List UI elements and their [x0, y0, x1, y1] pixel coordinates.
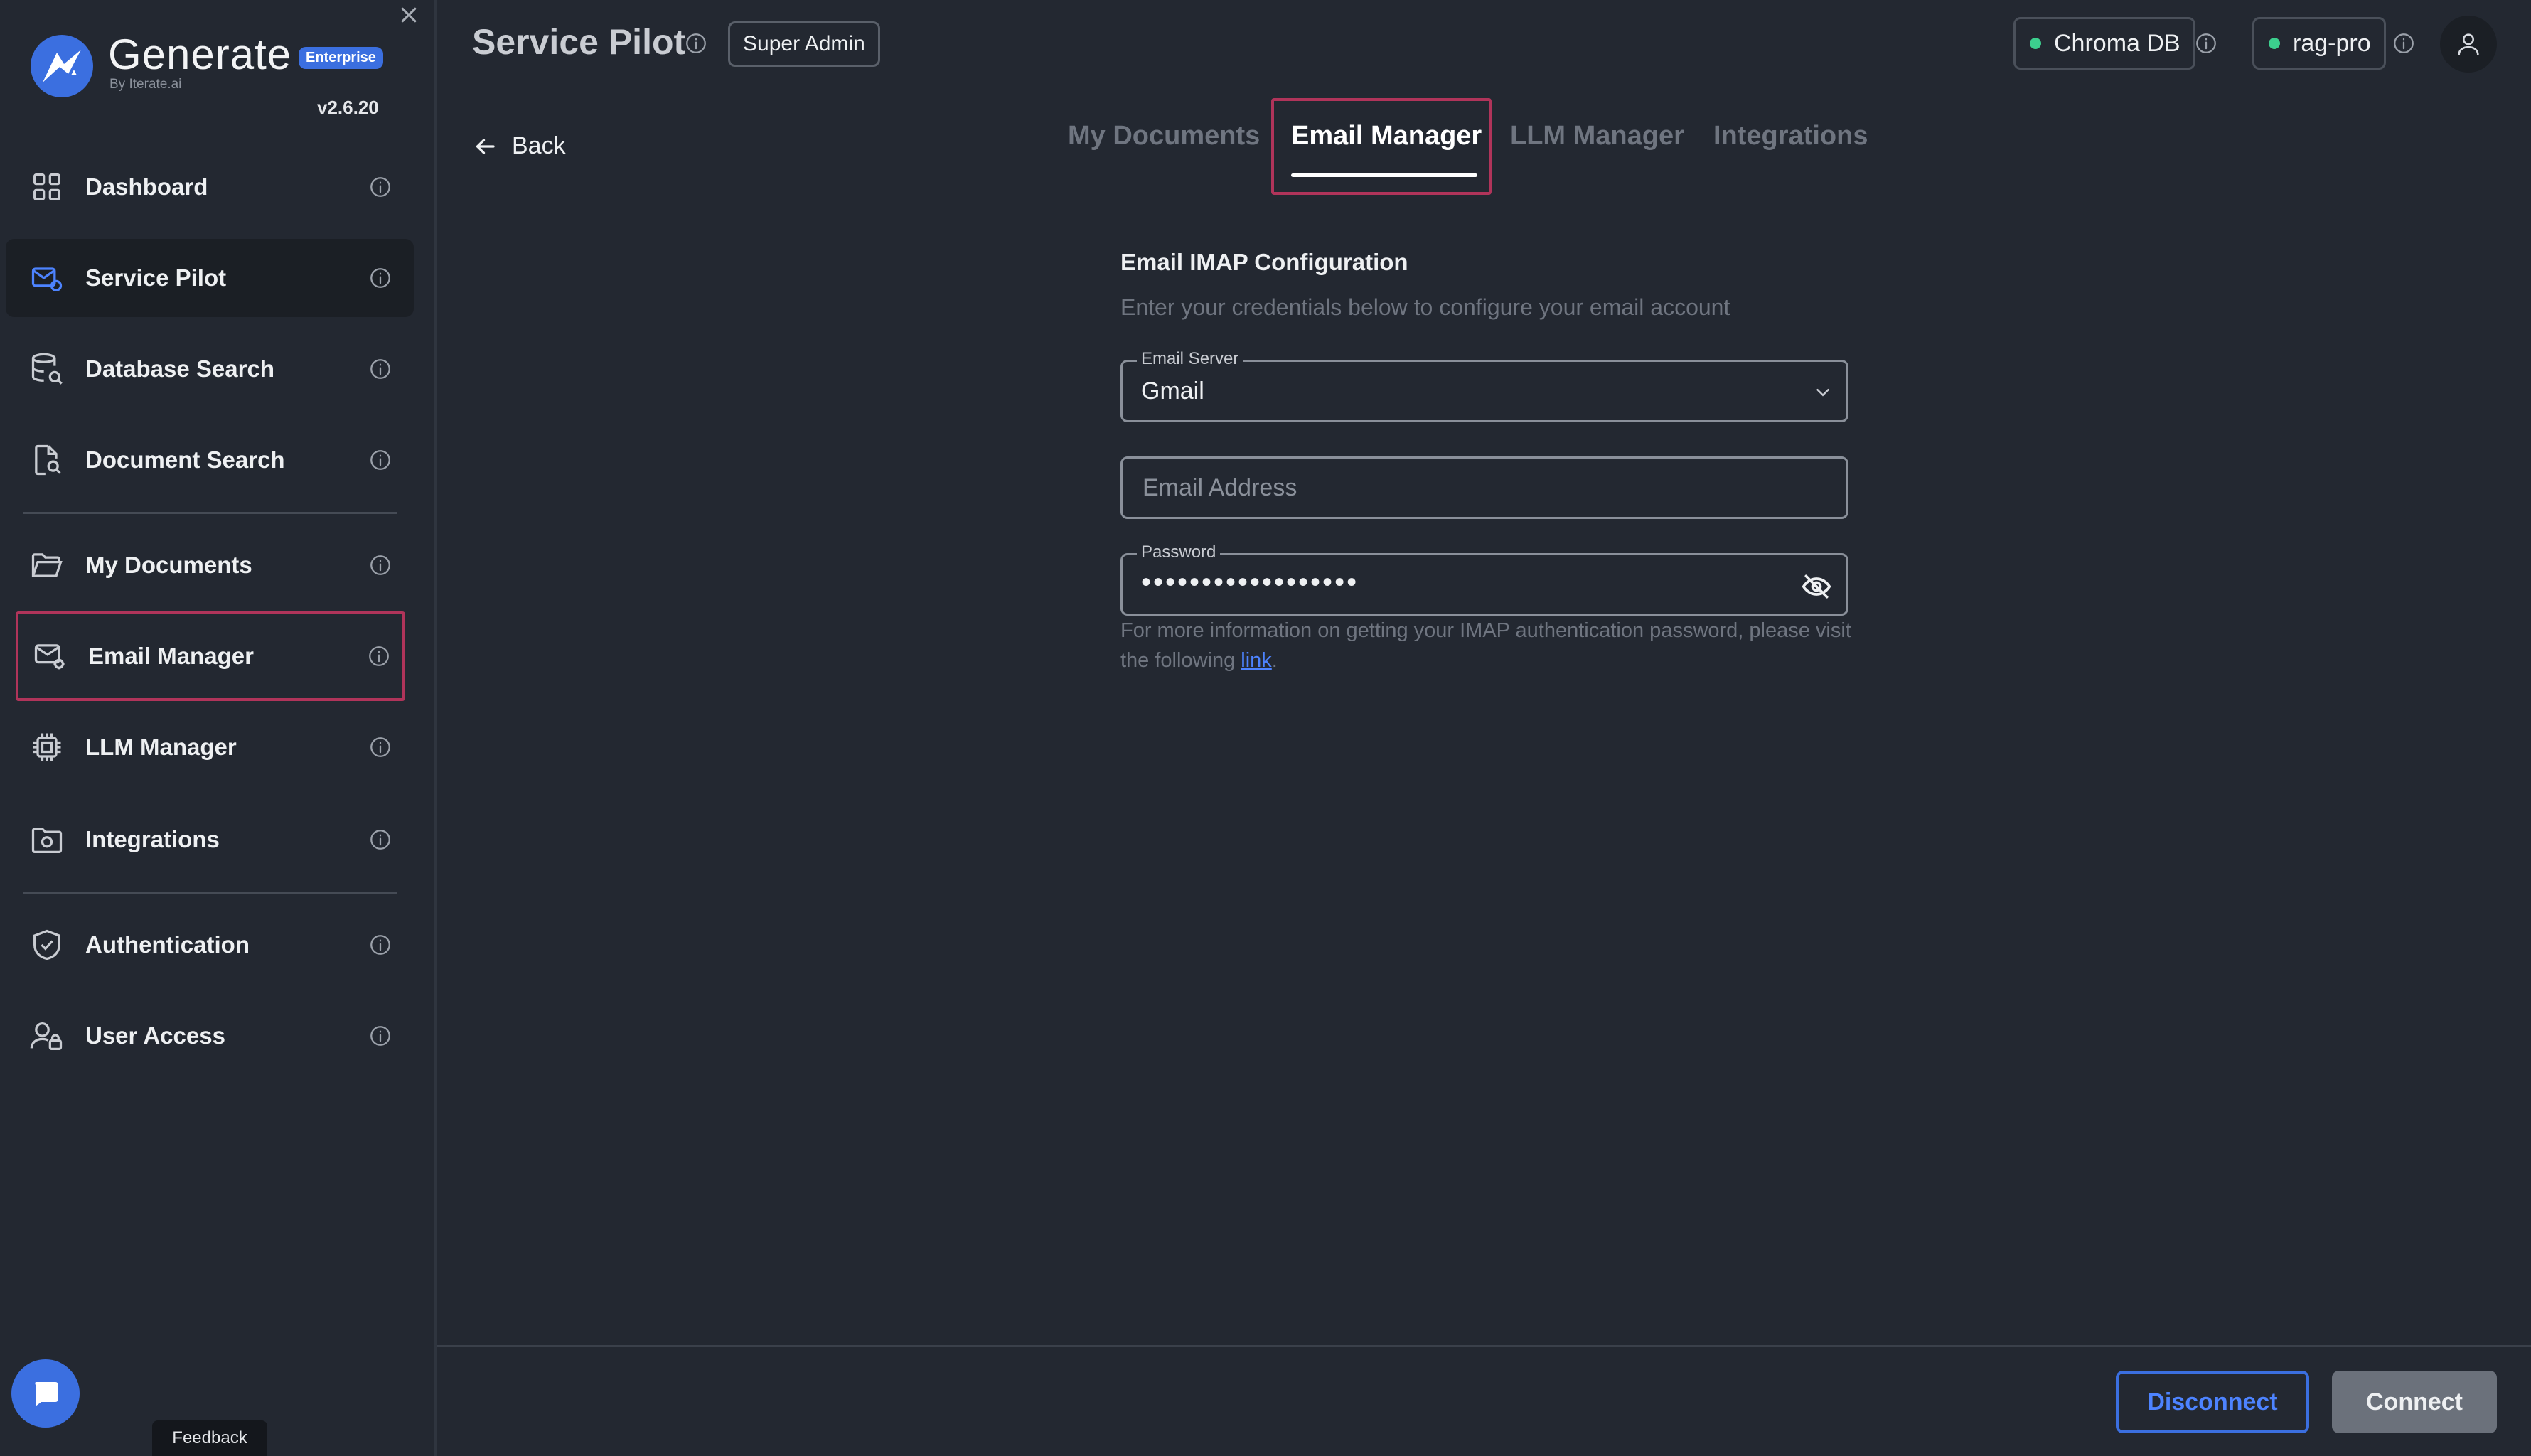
project-status-pill[interactable]: rag-pro: [2252, 17, 2386, 70]
sidebar-item-label: Database Search: [85, 355, 274, 382]
project-status-label: rag-pro: [2293, 29, 2371, 57]
info-icon[interactable]: [368, 735, 392, 759]
sidebar-item-label: User Access: [85, 1022, 225, 1049]
info-icon[interactable]: [368, 175, 392, 199]
back-label: Back: [512, 132, 566, 159]
user-icon: [2454, 30, 2483, 58]
brand-name: Generate: [108, 31, 292, 78]
sidebar-item-my-documents[interactable]: My Documents: [6, 526, 414, 604]
sidebar-item-integrations[interactable]: Integrations: [6, 801, 414, 879]
password-value: ••••••••••••••••••: [1141, 567, 1359, 598]
info-icon[interactable]: [2392, 31, 2416, 55]
close-icon[interactable]: [398, 4, 419, 26]
sidebar-item-document-search[interactable]: Document Search: [6, 421, 414, 499]
info-icon[interactable]: [368, 448, 392, 472]
shield-check-icon: [28, 926, 65, 963]
chip-icon: [28, 729, 65, 766]
password-label: Password: [1137, 542, 1221, 562]
chevron-down-icon: [1812, 382, 1834, 403]
page-title: Service Pilot: [472, 22, 686, 62]
tab-integrations[interactable]: Integrations: [1713, 121, 1868, 151]
sidebar-item-database-search[interactable]: Database Search: [6, 330, 414, 408]
user-lock-icon: [28, 1017, 65, 1054]
database-search-icon: [28, 350, 65, 387]
active-tab-indicator: [1291, 173, 1477, 177]
logo-icon: [28, 33, 95, 100]
email-server-label: Email Server: [1137, 349, 1243, 369]
back-button[interactable]: Back: [472, 132, 566, 160]
sidebar-item-label: Integrations: [85, 826, 220, 852]
email-server-select[interactable]: Email Server Gmail: [1120, 349, 1848, 422]
app-version: v2.6.20: [317, 97, 379, 118]
sidebar: Generate Enterprise By Iterate.ai v2.6.2…: [0, 0, 437, 1456]
sidebar-item-label: Email Manager: [88, 643, 254, 669]
sidebar-item-label: Service Pilot: [85, 264, 227, 291]
document-search-icon: [28, 441, 65, 478]
info-icon[interactable]: [368, 933, 392, 957]
service-pilot-icon: [28, 259, 65, 296]
arrow-left-icon: [472, 134, 512, 159]
info-icon[interactable]: [684, 31, 708, 55]
tab-email-manager[interactable]: Email Manager: [1291, 121, 1482, 151]
db-status-label: Chroma DB: [2054, 29, 2180, 57]
sidebar-item-service-pilot[interactable]: Service Pilot: [6, 239, 414, 317]
avatar[interactable]: [2440, 16, 2497, 73]
sidebar-divider: [23, 512, 397, 514]
help-link[interactable]: link: [1241, 649, 1272, 672]
chat-icon: [28, 1376, 63, 1410]
info-icon[interactable]: [368, 357, 392, 381]
info-icon[interactable]: [368, 828, 392, 852]
info-icon[interactable]: [368, 266, 392, 290]
brand-subtitle: By Iterate.ai: [109, 77, 182, 92]
grid-icon: [28, 168, 65, 205]
chat-button[interactable]: [11, 1359, 80, 1428]
status-dot: [2269, 38, 2280, 49]
eye-off-icon[interactable]: [1801, 571, 1832, 602]
footer-divider: [437, 1345, 2531, 1347]
sidebar-item-label: Dashboard: [85, 173, 208, 200]
sidebar-item-label: LLM Manager: [85, 734, 237, 760]
info-icon[interactable]: [2194, 31, 2218, 55]
email-server-value: Gmail: [1141, 378, 1204, 405]
feedback-tab[interactable]: Feedback: [152, 1420, 267, 1456]
integrations-icon: [28, 821, 65, 858]
sidebar-item-label: Document Search: [85, 446, 285, 473]
sidebar-item-user-access[interactable]: User Access: [6, 997, 414, 1075]
form-subtitle: Enter your credentials below to configur…: [1120, 294, 1730, 320]
sidebar-item-llm-manager[interactable]: LLM Manager: [6, 708, 414, 786]
email-address-placeholder: Email Address: [1143, 474, 1297, 501]
email-address-field[interactable]: Email Address: [1120, 456, 1848, 519]
sidebar-item-dashboard[interactable]: Dashboard: [6, 148, 414, 226]
sidebar-item-email-manager[interactable]: Email Manager: [16, 611, 405, 701]
connect-button[interactable]: Connect: [2332, 1371, 2497, 1433]
info-icon[interactable]: [367, 644, 391, 668]
disconnect-button[interactable]: Disconnect: [2116, 1371, 2309, 1433]
help-text-end: .: [1271, 649, 1278, 672]
tab-my-documents[interactable]: My Documents: [1068, 121, 1260, 151]
role-badge: Super Admin: [728, 21, 880, 67]
edition-badge: Enterprise: [299, 47, 383, 69]
sidebar-item-label: My Documents: [85, 552, 252, 578]
password-field[interactable]: Password ••••••••••••••••••: [1120, 542, 1848, 616]
email-gear-icon: [31, 638, 68, 675]
help-text-body: For more information on getting your IMA…: [1120, 619, 1851, 672]
folder-icon: [28, 547, 65, 584]
db-status-pill[interactable]: Chroma DB: [2013, 17, 2195, 70]
sidebar-item-label: Authentication: [85, 931, 250, 958]
info-icon[interactable]: [368, 1024, 392, 1048]
sidebar-divider: [23, 892, 397, 894]
status-dot: [2030, 38, 2041, 49]
help-text: For more information on getting your IMA…: [1120, 616, 1860, 675]
form-title: Email IMAP Configuration: [1120, 249, 1408, 275]
sidebar-item-authentication[interactable]: Authentication: [6, 906, 414, 984]
info-icon[interactable]: [368, 553, 392, 577]
tab-llm-manager[interactable]: LLM Manager: [1510, 121, 1684, 151]
